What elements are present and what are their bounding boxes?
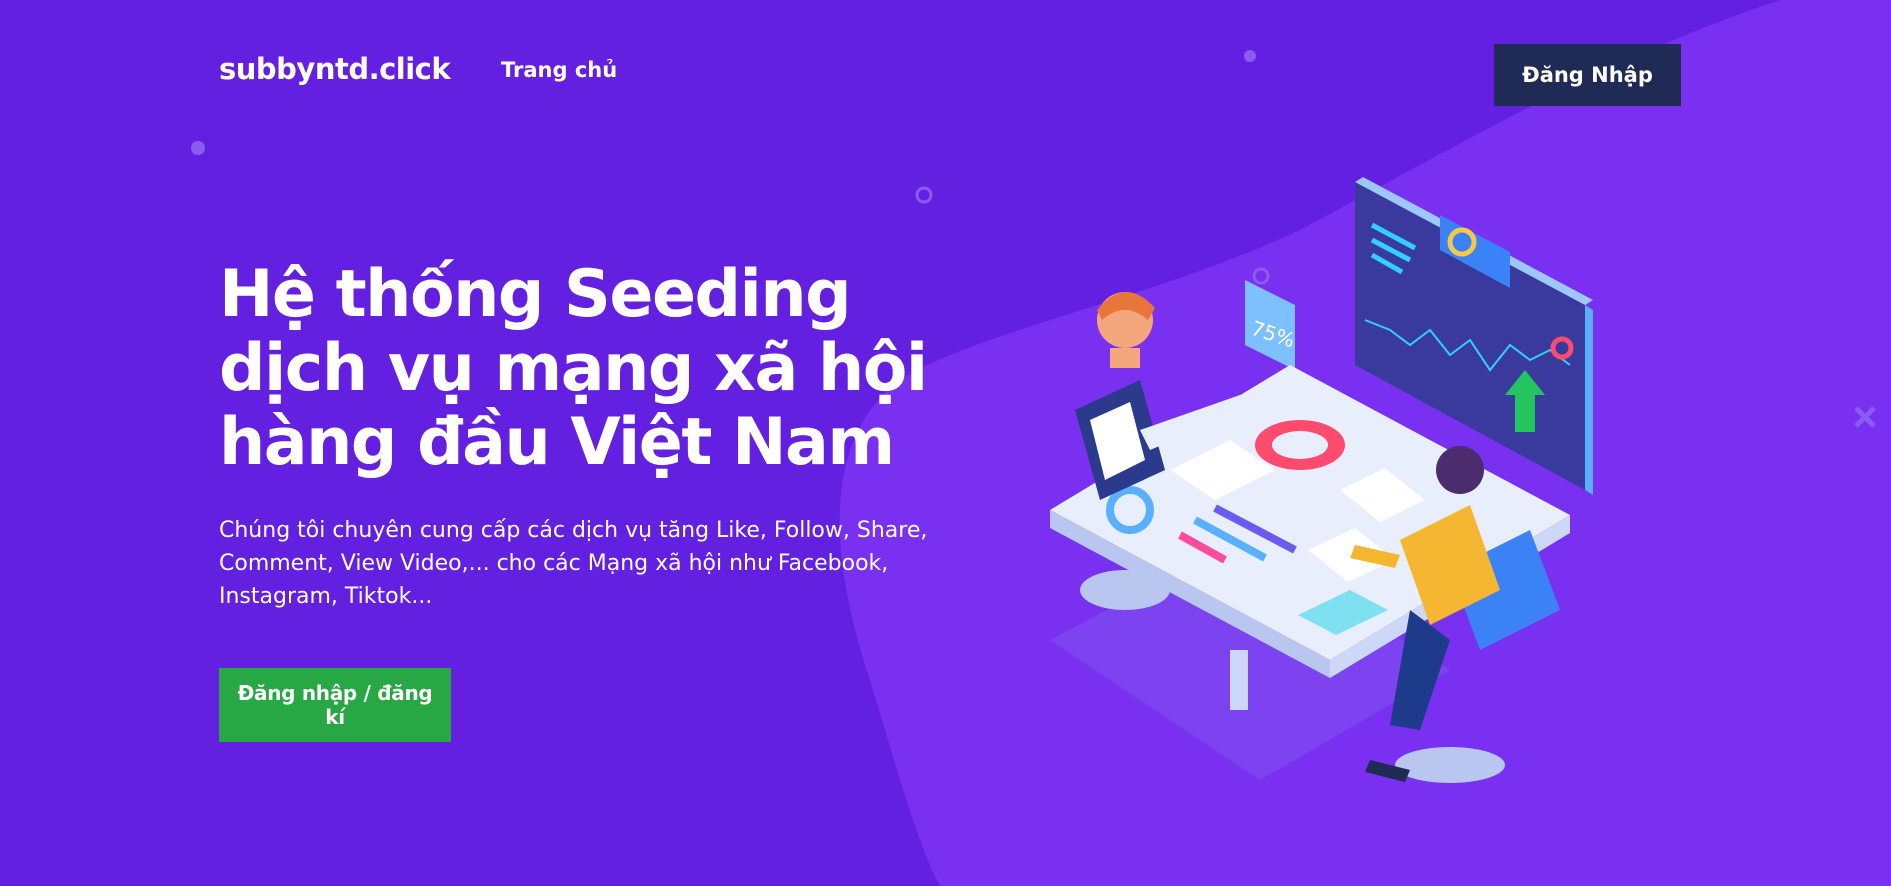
brand-logo[interactable]: subbyntd.click bbox=[219, 52, 451, 86]
decor-dot-icon bbox=[1244, 50, 1256, 62]
decor-dot-icon bbox=[191, 141, 205, 155]
hero-title-line: dịch vụ mạng xã hội bbox=[219, 331, 928, 406]
decor-ring-icon bbox=[915, 186, 933, 204]
hero-description: Chúng tôi chuyên cung cấp các dịch vụ tă… bbox=[219, 514, 959, 613]
percent-badge-icon: 75% bbox=[1245, 280, 1298, 370]
login-button[interactable]: Đăng Nhập bbox=[1494, 44, 1681, 106]
hero-description-line: Chúng tôi chuyên cung cấp các dịch vụ tă… bbox=[219, 518, 928, 543]
hero-title-line: hàng đầu Việt Nam bbox=[219, 405, 895, 480]
meeting-illustration: 75% bbox=[1050, 177, 1593, 783]
page: subbyntd.click Trang chủ Đăng Nhập Hệ th… bbox=[0, 0, 1891, 886]
hero-title-line: Hệ thống Seeding bbox=[219, 257, 852, 332]
nav-home-link[interactable]: Trang chủ bbox=[501, 58, 617, 82]
hero-title: Hệ thống Seeding dịch vụ mạng xã hội hàn… bbox=[219, 258, 959, 480]
hero-description-line: Comment, View Video,... cho các Mạng xã … bbox=[219, 551, 889, 576]
login-register-button[interactable]: Đăng nhập / đăng kí bbox=[219, 668, 451, 742]
hero-description-line: Instagram, Tiktok... bbox=[219, 584, 433, 609]
